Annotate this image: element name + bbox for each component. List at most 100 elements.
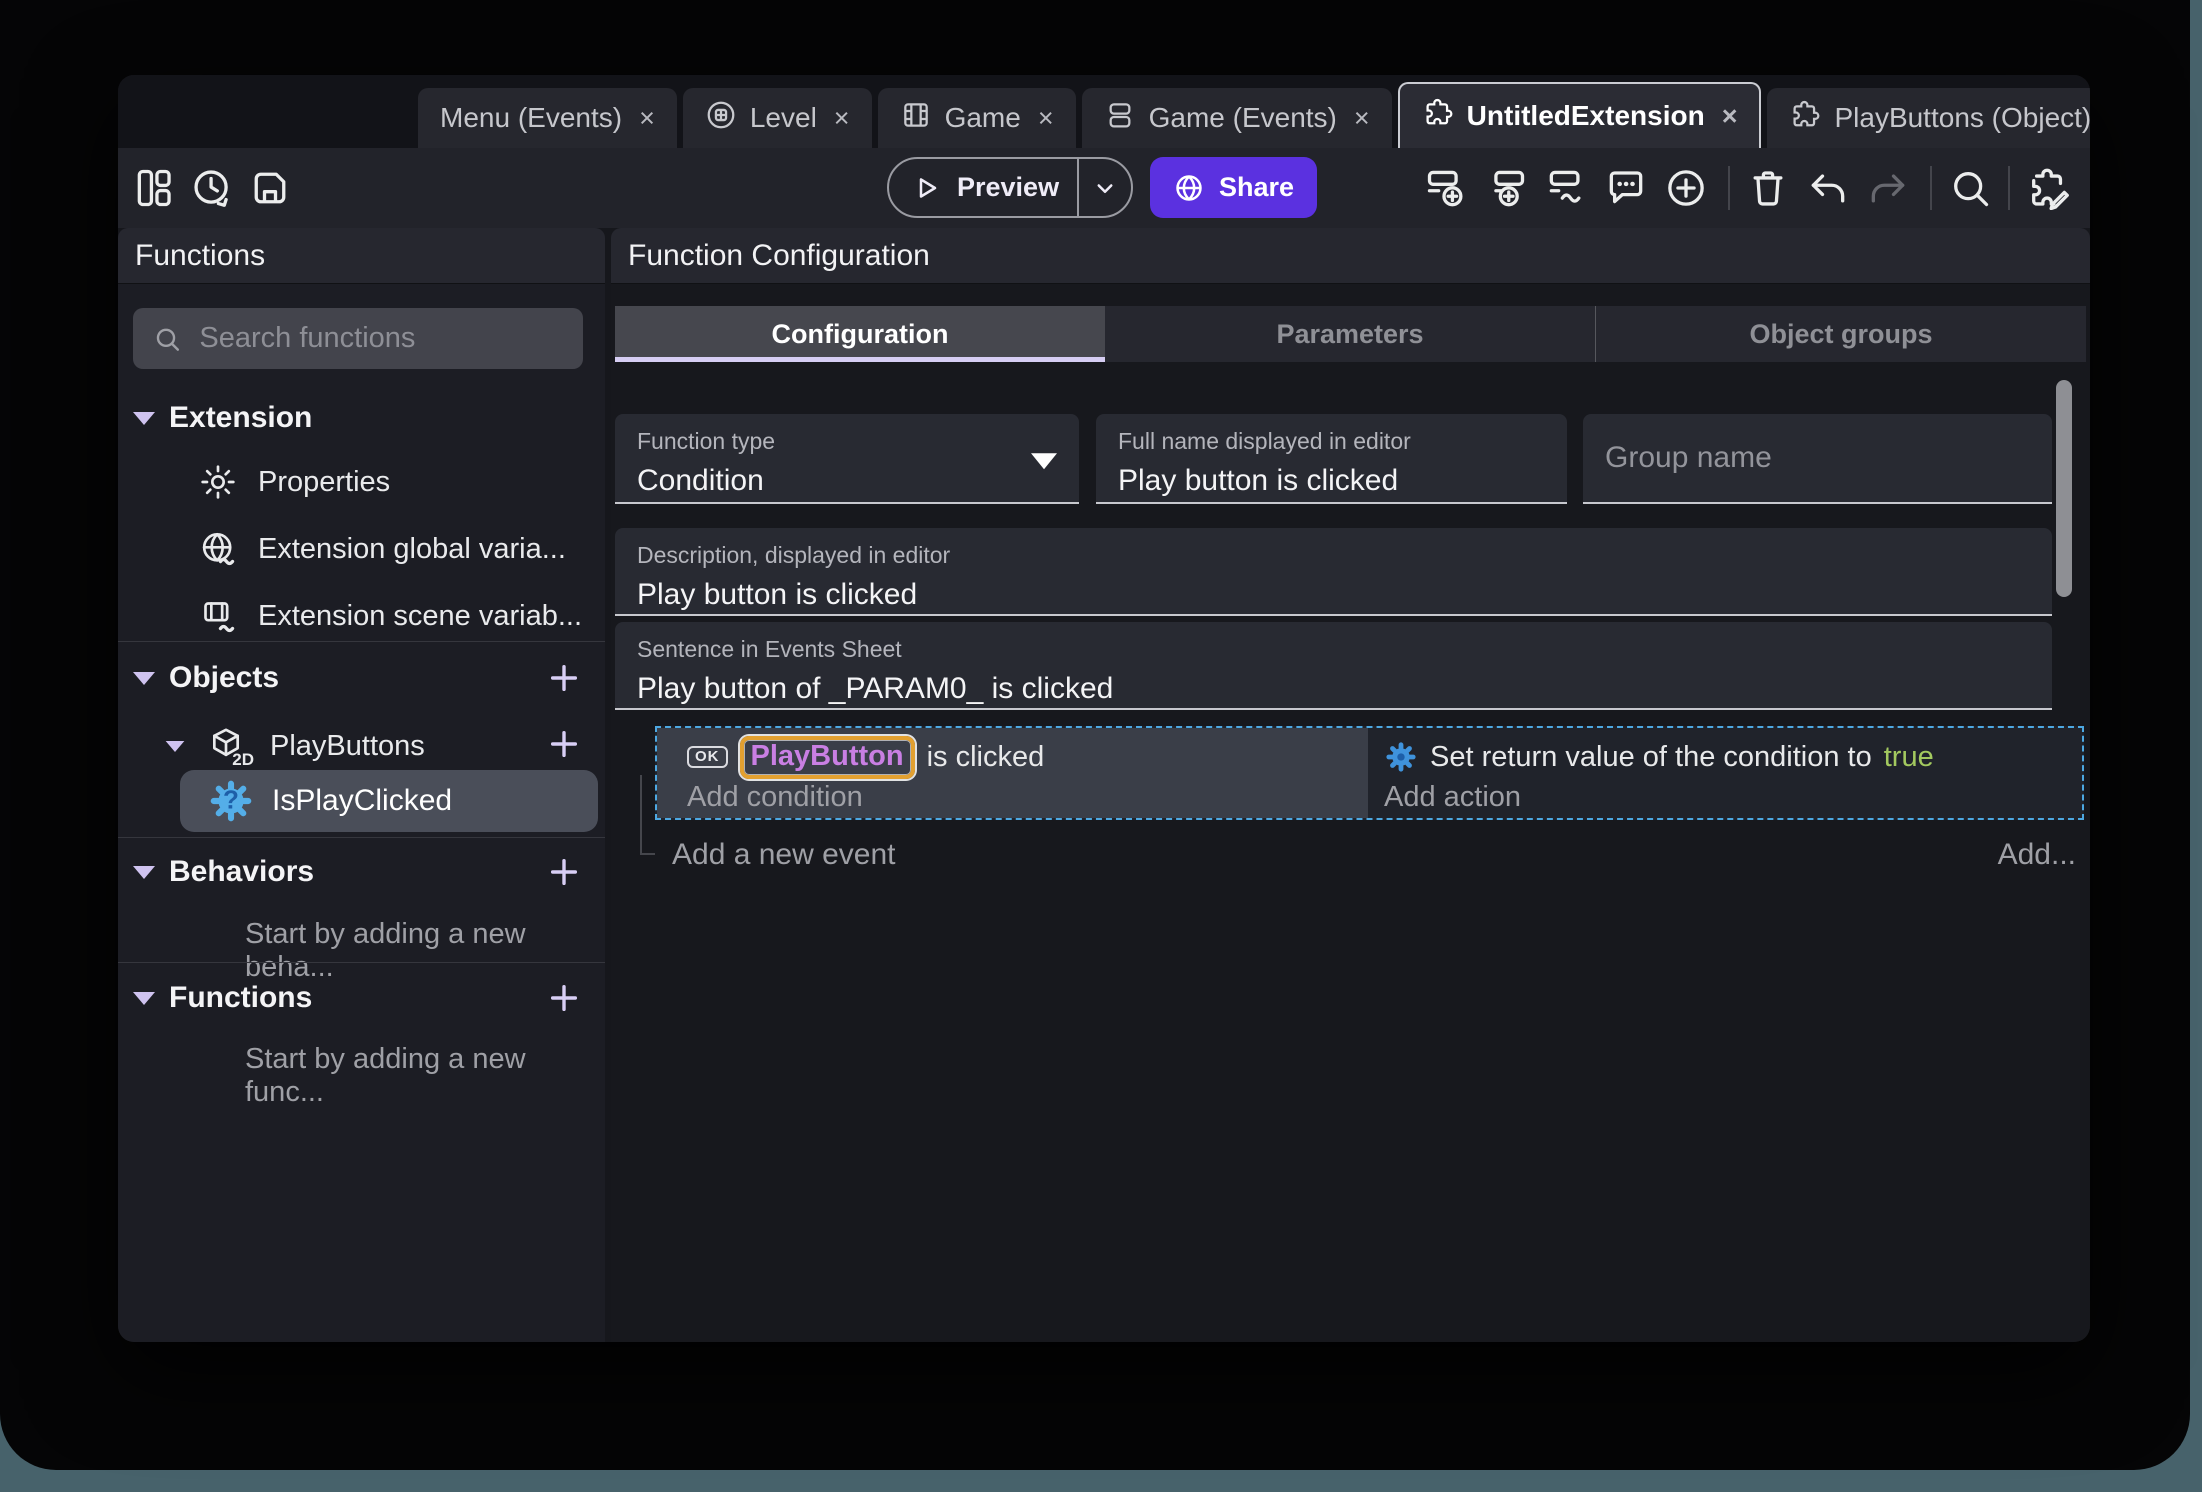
add-more-button[interactable]: Add... — [1998, 838, 2076, 872]
functions-hint: Start by adding a new func... — [245, 1043, 526, 1108]
action-text: Set return value of the condition to — [1430, 740, 1872, 773]
tab-configuration[interactable]: Configuration — [615, 306, 1105, 362]
preview-button[interactable]: Preview — [887, 157, 1133, 218]
section-behaviors[interactable]: Behaviors — [118, 854, 605, 890]
section-label: Extension — [169, 401, 313, 434]
tab-parameters[interactable]: Parameters — [1105, 306, 1595, 362]
behaviors-hint: Start by adding a new beha... — [245, 918, 526, 983]
gdevelop-window: Menu (Events) × Level × Game × Game (Eve… — [118, 75, 2090, 1342]
main-header: Function Configuration — [611, 228, 2090, 284]
tab-menu-events[interactable]: Menu (Events) × — [418, 88, 677, 148]
collapse-triangle-icon[interactable] — [133, 991, 155, 1005]
sidebar-item-properties[interactable]: Properties — [198, 462, 390, 502]
puzzle-icon — [1789, 99, 1821, 138]
event-tree-connector — [640, 775, 655, 855]
action-value[interactable]: true — [1884, 741, 1934, 774]
collapse-triangle-icon[interactable] — [133, 865, 155, 879]
conditions-cell[interactable]: OK PlayButton is clicked Add condition — [657, 728, 1368, 818]
circle-plus-icon[interactable] — [1664, 166, 1708, 210]
configuration-tabs: Configuration Parameters Object groups — [615, 306, 2086, 362]
search-functions-box[interactable] — [133, 308, 583, 369]
sentence-field[interactable]: Sentence in Events Sheet Play button of … — [615, 622, 2052, 710]
tab-level[interactable]: Level × — [682, 88, 872, 148]
scene-variables-icon — [204, 602, 235, 633]
editor-tabs: Menu (Events) × Level × Game × Game (Eve… — [418, 82, 2090, 148]
sidebar-item-isplayclicked[interactable]: ? IsPlayClicked — [180, 770, 598, 832]
search-icon[interactable] — [1948, 166, 1992, 210]
sidebar-item-extension-scene-variables[interactable]: Extension scene variab... — [198, 596, 582, 636]
tab-label: Menu (Events) — [440, 102, 623, 133]
section-label: Objects — [169, 661, 280, 694]
collapse-triangle-icon[interactable] — [133, 671, 155, 685]
gear-icon — [201, 465, 235, 499]
action-gear-icon — [1384, 740, 1418, 774]
object-2d-icon: 2D — [206, 724, 254, 769]
section-functions[interactable]: Functions — [118, 980, 605, 1016]
group-name-input[interactable] — [1605, 441, 2030, 475]
collapse-triangle-icon[interactable] — [133, 411, 155, 425]
section-label: Functions — [169, 981, 313, 1014]
history-icon[interactable] — [190, 166, 234, 210]
window-tab-bar: Menu (Events) × Level × Game × Game (Eve… — [118, 75, 2090, 206]
edit-extension-icon[interactable] — [2026, 166, 2070, 211]
sidebar-item-playbuttons[interactable]: 2D PlayButtons — [164, 724, 479, 769]
function-type-select[interactable]: Function type Condition — [615, 414, 1079, 504]
event-row-selected[interactable]: OK PlayButton is clicked Add condition S… — [655, 726, 2084, 820]
close-icon[interactable]: × — [1350, 103, 1370, 134]
button-object-icon: OK — [687, 746, 728, 768]
redo-icon[interactable] — [1866, 166, 1910, 210]
add-behavior-button[interactable] — [547, 855, 581, 889]
comment-icon[interactable] — [1604, 166, 1648, 210]
save-icon[interactable] — [248, 166, 292, 210]
add-action-button[interactable]: Add action — [1384, 781, 2082, 814]
tab-object-groups[interactable]: Object groups — [1595, 306, 2086, 362]
play-icon — [919, 177, 937, 198]
undo-icon[interactable] — [1806, 166, 1850, 210]
tab-playbuttons-object[interactable]: PlayButtons (Object) × — [1767, 88, 2090, 148]
tab-label: UntitledExtension — [1466, 100, 1705, 131]
add-subevent-icon[interactable] — [1484, 166, 1528, 210]
tab-untitled-extension[interactable]: UntitledExtension × — [1397, 82, 1762, 148]
sidebar-item-extension-global-variables[interactable]: Extension global varia... — [198, 529, 566, 569]
add-object-button[interactable] — [547, 661, 581, 695]
search-functions-input[interactable] — [199, 322, 563, 355]
add-other-event-icon[interactable] — [1544, 166, 1588, 210]
add-new-event-button[interactable]: Add a new event — [672, 838, 896, 872]
section-extension[interactable]: Extension — [118, 400, 605, 436]
close-icon[interactable]: × — [830, 103, 850, 134]
events-sheet-icon — [1104, 99, 1136, 138]
close-icon[interactable]: × — [635, 103, 655, 134]
dropdown-caret-icon — [1031, 453, 1057, 470]
film-icon — [900, 99, 932, 138]
collapse-triangle-icon[interactable] — [165, 740, 185, 752]
globe-variables-icon — [202, 532, 235, 566]
actions-cell[interactable]: Set return value of the condition to tru… — [1368, 728, 2082, 818]
add-free-function-button[interactable] — [547, 981, 581, 1015]
section-label: Behaviors — [169, 855, 315, 888]
page-title: Function Configuration — [628, 238, 930, 272]
trash-icon[interactable] — [1746, 166, 1790, 210]
sidebar-header: Functions — [118, 228, 605, 284]
full-name-field[interactable]: Full name displayed in editor Play butto… — [1096, 414, 1567, 504]
preview-main[interactable]: Preview — [889, 159, 1077, 216]
close-icon[interactable]: × — [1718, 101, 1738, 132]
section-objects[interactable]: Objects — [118, 660, 605, 696]
scrollbar-thumb[interactable] — [2056, 380, 2072, 597]
functions-sidebar: Functions Extension Properties Extension… — [118, 228, 605, 1342]
tab-label: PlayButtons (Object) — [1834, 102, 2090, 133]
tab-label: Game (Events) — [1148, 102, 1337, 133]
function-type-value: Condition — [637, 464, 764, 497]
group-name-field[interactable] — [1583, 414, 2052, 504]
home-dashboard-icon[interactable] — [132, 166, 176, 210]
description-field[interactable]: Description, displayed in editor Play bu… — [615, 528, 2052, 616]
object-parameter-chip[interactable]: PlayButton — [739, 735, 915, 779]
add-object-function-button[interactable] — [547, 727, 581, 761]
close-icon[interactable]: × — [1034, 103, 1054, 134]
add-condition-button[interactable]: Add condition — [687, 781, 1368, 814]
add-event-icon[interactable] — [1424, 166, 1468, 210]
level-icon — [705, 99, 737, 138]
tab-game-events[interactable]: Game (Events) × — [1081, 88, 1392, 148]
tab-game[interactable]: Game × — [877, 88, 1076, 148]
preview-options-dropdown[interactable] — [1079, 159, 1131, 216]
share-button[interactable]: Share — [1150, 157, 1317, 218]
